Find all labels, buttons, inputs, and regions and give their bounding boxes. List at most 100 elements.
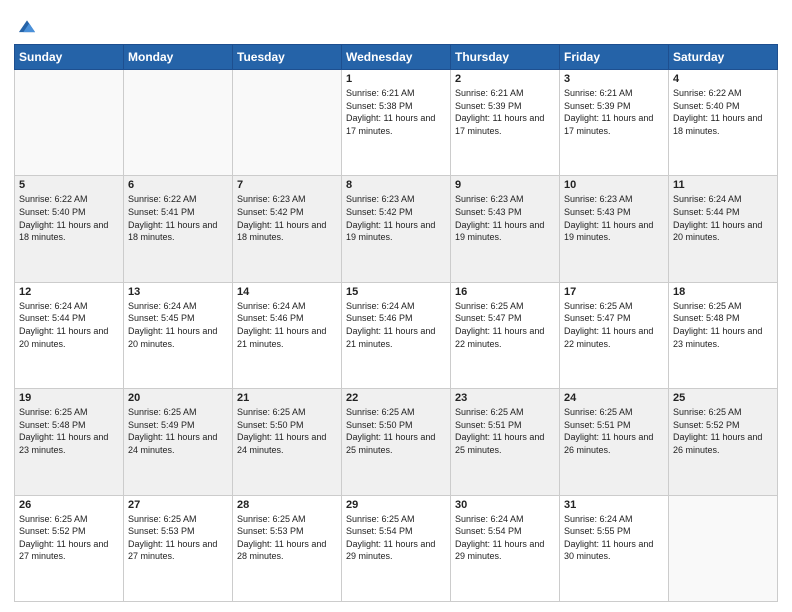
- calendar-cell: 2 Sunrise: 6:21 AMSunset: 5:39 PMDaylight…: [451, 70, 560, 176]
- day-number: 14: [237, 286, 337, 298]
- day-number: 11: [673, 179, 773, 191]
- day-number: 13: [128, 286, 228, 298]
- day-number: 18: [673, 286, 773, 298]
- day-info: Sunrise: 6:25 AMSunset: 5:47 PMDaylight:…: [455, 300, 555, 350]
- calendar-cell: [124, 70, 233, 176]
- day-number: 23: [455, 392, 555, 404]
- day-info: Sunrise: 6:25 AMSunset: 5:51 PMDaylight:…: [455, 406, 555, 456]
- day-info: Sunrise: 6:22 AMSunset: 5:41 PMDaylight:…: [128, 193, 228, 243]
- day-number: 28: [237, 499, 337, 511]
- calendar-cell: 13 Sunrise: 6:24 AMSunset: 5:45 PMDayligh…: [124, 282, 233, 388]
- calendar-cell: 6 Sunrise: 6:22 AMSunset: 5:41 PMDaylight…: [124, 176, 233, 282]
- day-number: 24: [564, 392, 664, 404]
- calendar-cell: 10 Sunrise: 6:23 AMSunset: 5:43 PMDayligh…: [560, 176, 669, 282]
- calendar-cell: [669, 495, 778, 601]
- day-info: Sunrise: 6:24 AMSunset: 5:44 PMDaylight:…: [19, 300, 119, 350]
- page: SundayMondayTuesdayWednesdayThursdayFrid…: [0, 0, 792, 612]
- day-number: 26: [19, 499, 119, 511]
- day-info: Sunrise: 6:23 AMSunset: 5:43 PMDaylight:…: [455, 193, 555, 243]
- calendar-cell: 9 Sunrise: 6:23 AMSunset: 5:43 PMDaylight…: [451, 176, 560, 282]
- day-number: 17: [564, 286, 664, 298]
- weekday-header-tuesday: Tuesday: [233, 45, 342, 70]
- day-number: 19: [19, 392, 119, 404]
- day-info: Sunrise: 6:24 AMSunset: 5:54 PMDaylight:…: [455, 513, 555, 563]
- day-number: 20: [128, 392, 228, 404]
- calendar-cell: [15, 70, 124, 176]
- day-info: Sunrise: 6:22 AMSunset: 5:40 PMDaylight:…: [19, 193, 119, 243]
- calendar-cell: 27 Sunrise: 6:25 AMSunset: 5:53 PMDayligh…: [124, 495, 233, 601]
- day-info: Sunrise: 6:25 AMSunset: 5:52 PMDaylight:…: [19, 513, 119, 563]
- calendar-cell: 29 Sunrise: 6:25 AMSunset: 5:54 PMDayligh…: [342, 495, 451, 601]
- day-info: Sunrise: 6:22 AMSunset: 5:40 PMDaylight:…: [673, 87, 773, 137]
- day-info: Sunrise: 6:21 AMSunset: 5:39 PMDaylight:…: [455, 87, 555, 137]
- calendar-cell: 16 Sunrise: 6:25 AMSunset: 5:47 PMDayligh…: [451, 282, 560, 388]
- calendar-cell: 19 Sunrise: 6:25 AMSunset: 5:48 PMDayligh…: [15, 389, 124, 495]
- day-info: Sunrise: 6:25 AMSunset: 5:54 PMDaylight:…: [346, 513, 446, 563]
- day-info: Sunrise: 6:25 AMSunset: 5:49 PMDaylight:…: [128, 406, 228, 456]
- calendar-cell: 15 Sunrise: 6:24 AMSunset: 5:46 PMDayligh…: [342, 282, 451, 388]
- calendar-cell: 30 Sunrise: 6:24 AMSunset: 5:54 PMDayligh…: [451, 495, 560, 601]
- day-info: Sunrise: 6:25 AMSunset: 5:53 PMDaylight:…: [128, 513, 228, 563]
- day-info: Sunrise: 6:23 AMSunset: 5:42 PMDaylight:…: [346, 193, 446, 243]
- logo-icon: [16, 16, 38, 38]
- day-number: 16: [455, 286, 555, 298]
- calendar-cell: 24Sunrise: 6:25 AMSunset: 5:51 PMDayligh…: [560, 389, 669, 495]
- calendar-cell: 20 Sunrise: 6:25 AMSunset: 5:49 PMDayligh…: [124, 389, 233, 495]
- day-number: 8: [346, 179, 446, 191]
- day-number: 7: [237, 179, 337, 191]
- weekday-header-saturday: Saturday: [669, 45, 778, 70]
- day-info: Sunrise: 6:21 AMSunset: 5:39 PMDaylight:…: [564, 87, 664, 137]
- calendar-cell: [233, 70, 342, 176]
- day-number: 30: [455, 499, 555, 511]
- day-number: 31: [564, 499, 664, 511]
- calendar-cell: 21 Sunrise: 6:25 AMSunset: 5:50 PMDayligh…: [233, 389, 342, 495]
- calendar-cell: 22Sunrise: 6:25 AMSunset: 5:50 PMDayligh…: [342, 389, 451, 495]
- day-info: Sunrise: 6:24 AMSunset: 5:44 PMDaylight:…: [673, 193, 773, 243]
- header: [14, 10, 778, 38]
- day-info: Sunrise: 6:23 AMSunset: 5:43 PMDaylight:…: [564, 193, 664, 243]
- calendar-cell: 5 Sunrise: 6:22 AMSunset: 5:40 PMDaylight…: [15, 176, 124, 282]
- calendar-cell: 31 Sunrise: 6:24 AMSunset: 5:55 PMDayligh…: [560, 495, 669, 601]
- day-number: 15: [346, 286, 446, 298]
- calendar-cell: 14Sunrise: 6:24 AMSunset: 5:46 PMDayligh…: [233, 282, 342, 388]
- day-number: 3: [564, 73, 664, 85]
- day-number: 21: [237, 392, 337, 404]
- day-info: Sunrise: 6:25 AMSunset: 5:48 PMDaylight:…: [673, 300, 773, 350]
- day-info: Sunrise: 6:21 AMSunset: 5:38 PMDaylight:…: [346, 87, 446, 137]
- day-info: Sunrise: 6:25 AMSunset: 5:50 PMDaylight:…: [346, 406, 446, 456]
- calendar-cell: 7Sunrise: 6:23 AMSunset: 5:42 PMDaylight…: [233, 176, 342, 282]
- week-row-4: 19 Sunrise: 6:25 AMSunset: 5:48 PMDayligh…: [15, 389, 778, 495]
- calendar-cell: 8 Sunrise: 6:23 AMSunset: 5:42 PMDaylight…: [342, 176, 451, 282]
- day-number: 29: [346, 499, 446, 511]
- calendar-cell: 4 Sunrise: 6:22 AMSunset: 5:40 PMDaylight…: [669, 70, 778, 176]
- day-number: 10: [564, 179, 664, 191]
- day-number: 6: [128, 179, 228, 191]
- day-number: 4: [673, 73, 773, 85]
- weekday-header-monday: Monday: [124, 45, 233, 70]
- day-info: Sunrise: 6:24 AMSunset: 5:55 PMDaylight:…: [564, 513, 664, 563]
- day-number: 5: [19, 179, 119, 191]
- weekday-header-thursday: Thursday: [451, 45, 560, 70]
- day-info: Sunrise: 6:24 AMSunset: 5:45 PMDaylight:…: [128, 300, 228, 350]
- day-number: 9: [455, 179, 555, 191]
- day-info: Sunrise: 6:25 AMSunset: 5:53 PMDaylight:…: [237, 513, 337, 563]
- calendar-cell: 3 Sunrise: 6:21 AMSunset: 5:39 PMDaylight…: [560, 70, 669, 176]
- day-info: Sunrise: 6:25 AMSunset: 5:48 PMDaylight:…: [19, 406, 119, 456]
- day-info: Sunrise: 6:24 AMSunset: 5:46 PMDaylight:…: [346, 300, 446, 350]
- day-number: 1: [346, 73, 446, 85]
- week-row-5: 26 Sunrise: 6:25 AMSunset: 5:52 PMDayligh…: [15, 495, 778, 601]
- calendar-cell: 28 Sunrise: 6:25 AMSunset: 5:53 PMDayligh…: [233, 495, 342, 601]
- day-number: 2: [455, 73, 555, 85]
- calendar-cell: 23 Sunrise: 6:25 AMSunset: 5:51 PMDayligh…: [451, 389, 560, 495]
- day-number: 27: [128, 499, 228, 511]
- calendar-cell: 25Sunrise: 6:25 AMSunset: 5:52 PMDayligh…: [669, 389, 778, 495]
- day-number: 25: [673, 392, 773, 404]
- weekday-header-sunday: Sunday: [15, 45, 124, 70]
- weekday-header-friday: Friday: [560, 45, 669, 70]
- week-row-2: 5 Sunrise: 6:22 AMSunset: 5:40 PMDaylight…: [15, 176, 778, 282]
- day-info: Sunrise: 6:25 AMSunset: 5:50 PMDaylight:…: [237, 406, 337, 456]
- day-number: 12: [19, 286, 119, 298]
- week-row-1: 1 Sunrise: 6:21 AMSunset: 5:38 PMDaylight…: [15, 70, 778, 176]
- calendar-table: SundayMondayTuesdayWednesdayThursdayFrid…: [14, 44, 778, 602]
- day-info: Sunrise: 6:25 AMSunset: 5:47 PMDaylight:…: [564, 300, 664, 350]
